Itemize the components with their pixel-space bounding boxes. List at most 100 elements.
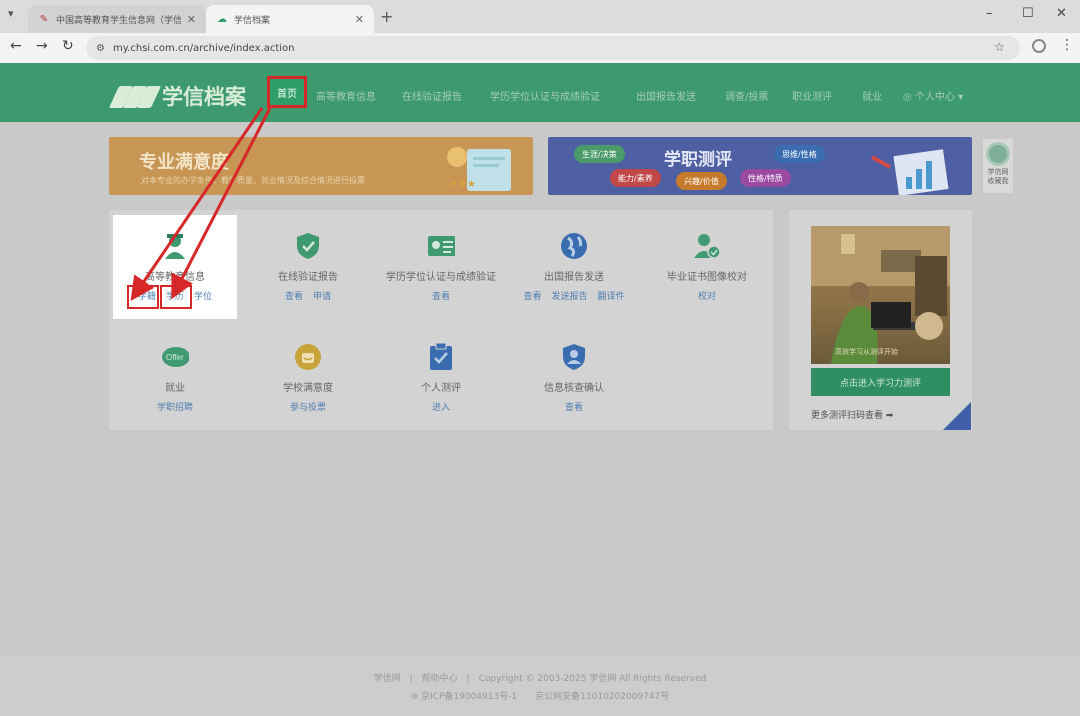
learning-test-button[interactable]: 点击进入学习力测评 — [811, 368, 950, 396]
link-apply[interactable]: 申请 — [313, 289, 331, 302]
service-info-check: 信息核查确认 查看 — [509, 343, 639, 413]
nav-higher-edu[interactable]: 高等教育信息 — [316, 88, 376, 103]
link-proofread[interactable]: 校对 — [698, 289, 716, 302]
service-name: 学校满意度 — [283, 383, 333, 394]
tab-chsi[interactable]: ✎ 中国高等教育学生信息网（学信... ✕ — [28, 5, 206, 33]
menu-kebab-icon[interactable]: ⋮ — [1060, 37, 1074, 53]
service-certification: 学历学位认证与成绩验证 查看 — [376, 232, 506, 302]
link-translation[interactable]: 翻译件 — [598, 289, 625, 302]
service-links: 查看 — [565, 400, 583, 413]
link-send-report[interactable]: 发送报告 — [551, 289, 587, 302]
logo-mark-icon — [108, 84, 162, 108]
user-center-label: 个人中心 — [914, 92, 955, 103]
service-links: 查看 发送报告 翻译件 — [523, 289, 624, 302]
promo-photo[interactable]: 高效学习从测评开始 — [811, 226, 950, 364]
nav-verify-report[interactable]: 在线验证报告 — [402, 88, 462, 103]
qrcode-logo-icon — [986, 142, 1010, 166]
close-window-icon[interactable]: ✕ — [1056, 6, 1067, 21]
service-links: 学职招聘 — [157, 400, 193, 413]
link-recruit[interactable]: 学职招聘 — [157, 400, 193, 413]
banner-title: 学职测评 — [664, 150, 732, 170]
footer-links: 学信网 | 帮助中心 | Copyright © 2003-2025 学信网 A… — [373, 674, 707, 684]
link-view[interactable]: 查看 — [432, 289, 450, 302]
back-icon[interactable]: ← — [10, 38, 22, 54]
new-tab-icon[interactable]: + — [380, 7, 393, 26]
service-name: 毕业证书图像校对 — [667, 272, 747, 283]
browser-toolbar: ← → ↻ ⚙ my.chsi.com.cn/archive/index.act… — [0, 33, 1080, 63]
site-logo[interactable]: 学信档案 — [108, 81, 246, 111]
annotation-box-xueji — [127, 285, 159, 309]
police-badge-icon: ⊛ — [410, 692, 422, 702]
close-tab-icon[interactable]: ✕ — [187, 13, 196, 26]
link-xuewei[interactable]: 学位 — [194, 289, 212, 302]
service-name: 高等教育信息 — [145, 272, 205, 283]
link-view[interactable]: 查看 — [523, 289, 541, 302]
chsi-favicon-icon: ✎ — [39, 13, 49, 25]
bookmark-star-icon[interactable]: ☆ — [994, 40, 1005, 54]
maximize-icon[interactable]: ☐ — [1022, 6, 1034, 21]
pill: 性格/特质 — [740, 169, 791, 187]
service-cert-proofread: 毕业证书图像校对 校对 — [642, 232, 772, 302]
side-badge[interactable]: 学信网 收藏我 — [983, 139, 1013, 193]
user-icon: ◎ — [903, 92, 915, 103]
link-vote[interactable]: 参与投票 — [290, 400, 326, 413]
globe-icon — [560, 232, 588, 260]
svg-text:高效学习从测评开始: 高效学习从测评开始 — [835, 347, 898, 356]
shield-check-icon — [294, 232, 322, 260]
nav-abroad-report[interactable]: 出国报告发送 — [636, 88, 696, 103]
link-enter[interactable]: 进入 — [432, 400, 450, 413]
offer-icon: Offer — [161, 343, 189, 371]
nav-employment[interactable]: 就业 — [862, 88, 882, 103]
pill: 能力/素养 — [610, 169, 661, 187]
link-view[interactable]: 查看 — [565, 400, 583, 413]
more-tests-link[interactable]: 更多测评扫码查看 ➡ — [811, 408, 893, 421]
smile-icon — [294, 343, 322, 371]
footer-icp: ⊛ 京ICP备19004913号-1 京公网安备11010202009747号 — [0, 689, 1080, 702]
page-footer: 学信网 | 帮助中心 | Copyright © 2003-2025 学信网 A… — [0, 656, 1080, 716]
chevron-down-icon: ▾ — [954, 92, 964, 103]
service-links: 参与投票 — [290, 400, 326, 413]
archive-favicon-icon: ☁ — [217, 13, 227, 25]
service-name: 学历学位认证与成绩验证 — [386, 272, 496, 283]
nav-user-center[interactable]: ◎ 个人中心 ▾ — [903, 88, 963, 103]
service-links: 查看 — [432, 289, 450, 302]
banner-major-satisfaction[interactable]: 专业满意度 对本专业的办学条件、教学质量、就业情况及综合情况进行投票 ★★★ — [109, 137, 533, 195]
banner-career-test[interactable]: 学职测评 生涯/决策 能力/素养 兴趣/价值 性格/特质 思维/性格 — [548, 137, 972, 195]
banner-title: 专业满意度 — [139, 152, 229, 173]
tab-list-icon[interactable]: ▾ — [8, 7, 14, 20]
service-links: 校对 — [698, 289, 716, 302]
tab-title: 学信档案 — [234, 15, 271, 26]
service-employment: Offer 就业 学职招聘 — [110, 343, 240, 413]
service-links: 进入 — [432, 400, 450, 413]
user-shield-icon — [560, 343, 588, 371]
site-info-icon[interactable]: ⚙ — [96, 43, 105, 54]
tab-archive[interactable]: ☁ 学信档案 ✕ — [206, 5, 374, 33]
profile-icon[interactable] — [1032, 39, 1046, 53]
close-tab-icon[interactable]: ✕ — [355, 13, 364, 26]
nav-survey-vote[interactable]: 调查/投票 — [725, 88, 768, 103]
pill: 兴趣/价值 — [676, 172, 727, 190]
service-abroad-report: 出国报告发送 查看 发送报告 翻译件 — [509, 232, 639, 302]
address-bar[interactable]: ⚙ my.chsi.com.cn/archive/index.action — [86, 36, 1020, 60]
annotation-box-xueli — [160, 285, 192, 309]
learning-test-card: 高效学习从测评开始 点击进入学习力测评 更多测评扫码查看 ➡ — [789, 210, 972, 430]
id-card-icon — [427, 232, 455, 260]
tab-title: 中国高等教育学生信息网（学信... — [56, 15, 181, 26]
qrcode-corner-icon[interactable] — [943, 402, 971, 430]
rating-card-icon: ★★★ — [447, 147, 511, 191]
service-personal-test: 个人测评 进入 — [376, 343, 506, 413]
graduate-icon — [161, 232, 189, 260]
url-text: my.chsi.com.cn/archive/index.action — [112, 42, 295, 54]
link-view[interactable]: 查看 — [285, 289, 303, 302]
minimize-icon[interactable]: – — [986, 6, 993, 21]
service-verify-report: 在线验证报告 查看 申请 — [243, 232, 373, 302]
svg-text:Offer: Offer — [166, 353, 184, 362]
service-name: 在线验证报告 — [278, 272, 338, 283]
nav-career-test[interactable]: 职业测评 — [792, 88, 832, 103]
forward-icon[interactable]: → — [36, 38, 48, 54]
reload-icon[interactable]: ↻ — [62, 38, 74, 54]
nav-home[interactable]: 首页 — [267, 76, 307, 108]
study-photo-image: 高效学习从测评开始 — [811, 226, 950, 364]
nav-certification[interactable]: 学历学位认证与成绩验证 — [490, 88, 600, 103]
browser-tab-bar: ▾ ✎ 中国高等教育学生信息网（学信... ✕ ☁ 学信档案 ✕ + – ☐ ✕ — [0, 0, 1080, 33]
